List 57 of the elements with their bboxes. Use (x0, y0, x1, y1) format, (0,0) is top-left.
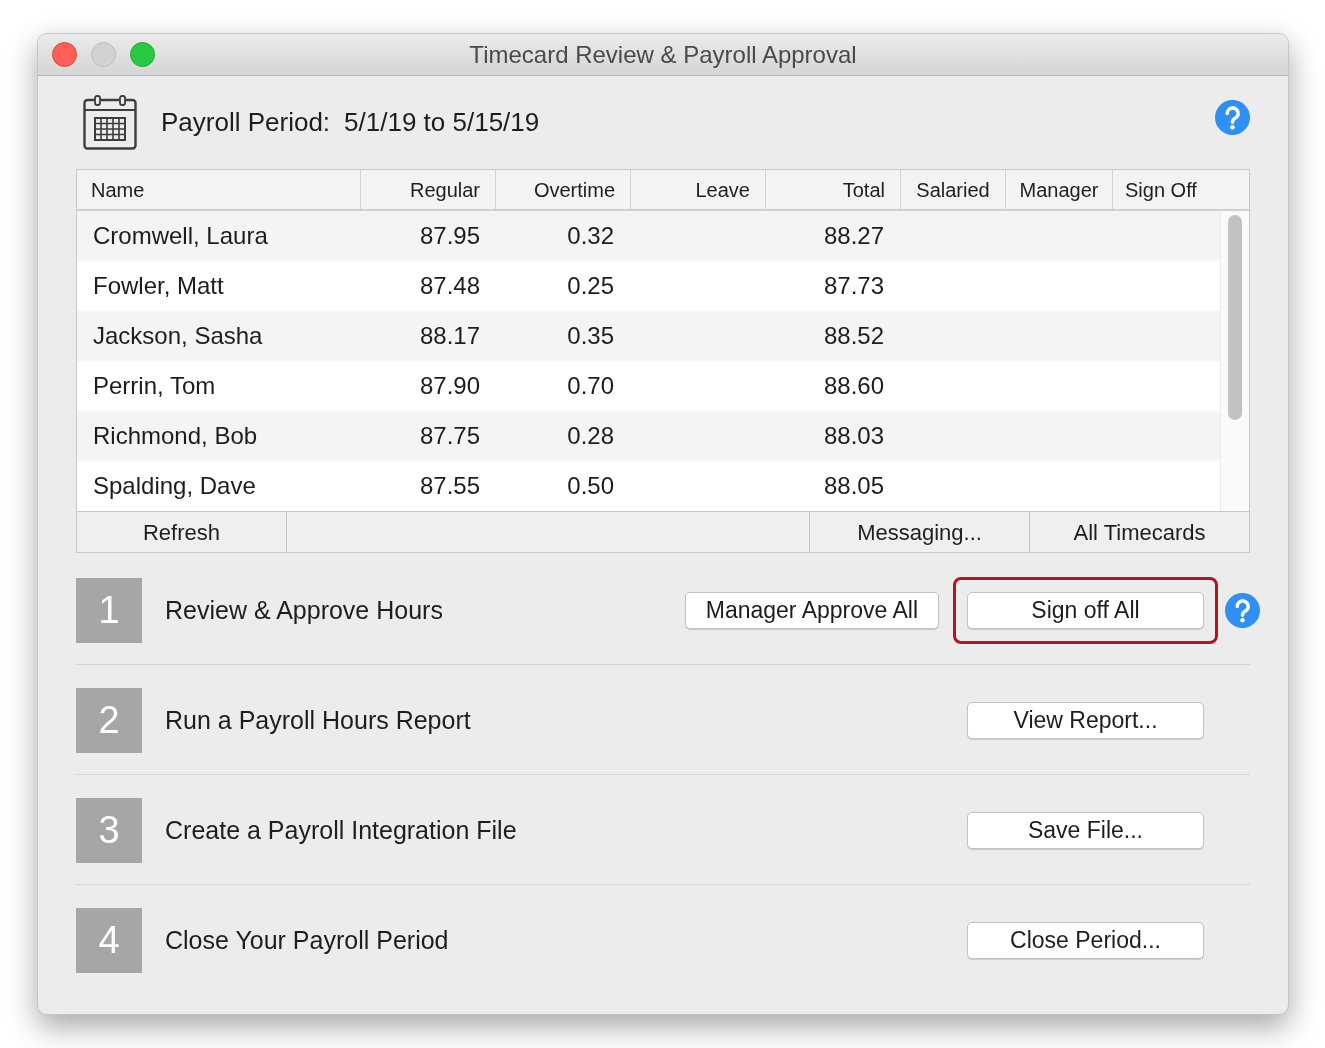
action-button[interactable]: Sign off All (967, 592, 1204, 629)
column-header[interactable]: Name (77, 170, 361, 209)
step-number: 2 (76, 688, 142, 753)
column-header[interactable]: Overtime (496, 170, 631, 209)
table-row[interactable]: Jackson, Sasha 88.17 0.35 88.52 (77, 311, 1220, 361)
hours-cell-text: 0.32 (566, 221, 615, 251)
hours-cell-text: 88.27 (822, 221, 885, 251)
column-header[interactable]: Leave (631, 170, 766, 209)
step-title: Review & Approve Hours (165, 594, 443, 626)
hours-cell-text: 0.25 (566, 271, 615, 301)
step-title: Run a Payroll Hours Report (165, 704, 471, 736)
table-row[interactable]: Cromwell, Laura 87.95 0.32 88.27 (77, 211, 1220, 261)
window-title: Timecard Review & Payroll Approval (469, 39, 857, 70)
hours-cell-text: 87.90 (418, 371, 481, 401)
hours-cell-text: 88.17 (418, 321, 481, 351)
step-number: 4 (76, 908, 142, 973)
help-icon[interactable] (1225, 593, 1260, 628)
name-cell-text: Spalding, Dave (92, 471, 257, 501)
action-button[interactable]: Close Period... (967, 922, 1204, 959)
period-dates: 5/1/19 to 5/15/19 (344, 105, 540, 139)
step-number: 3 (76, 798, 142, 863)
column-header[interactable]: Total (766, 170, 901, 209)
table-row[interactable]: Richmond, Bob 87.75 0.28 88.03 (77, 411, 1220, 461)
name-cell-text: Fowler, Matt (92, 271, 225, 301)
name-cell-text: Richmond, Bob (92, 421, 259, 451)
hours-cell-text: 0.35 (566, 321, 615, 351)
scrollbar-thumb[interactable] (1228, 215, 1242, 420)
hours-cell-text: 87.75 (418, 421, 481, 451)
hours-cell-text: 87.48 (418, 271, 481, 301)
hours-cell-text: 0.50 (566, 471, 615, 501)
column-header[interactable]: Sign Off (1113, 170, 1249, 209)
hours-cell-text: 0.28 (566, 421, 615, 451)
hours-cell-text: 87.55 (418, 471, 481, 501)
name-cell-text: Perrin, Tom (92, 371, 217, 401)
step-title: Create a Payroll Integration File (165, 814, 517, 846)
hours-cell-text: 0.70 (566, 371, 615, 401)
hours-cell-text: 88.05 (822, 471, 885, 501)
action-button[interactable]: Manager Approve All (684, 592, 939, 629)
window-close-button[interactable] (52, 42, 77, 67)
action-button[interactable]: Save File... (967, 812, 1204, 849)
calendar-icon (83, 94, 137, 150)
action-button[interactable]: View Report... (967, 702, 1204, 739)
hours-cell-text: 88.03 (822, 421, 885, 451)
step-number: 1 (76, 578, 142, 643)
column-header[interactable]: Salaried (901, 170, 1006, 209)
hours-cell-text: 87.73 (822, 271, 885, 301)
name-cell-text: Jackson, Sasha (92, 321, 264, 351)
hours-cell-text: 87.95 (418, 221, 481, 251)
name-cell-text: Cromwell, Laura (92, 221, 269, 251)
hours-cell-text: 88.60 (822, 371, 885, 401)
help-icon[interactable] (1215, 99, 1250, 135)
hours-cell-text: 88.52 (822, 321, 885, 351)
window-zoom-button[interactable] (130, 42, 155, 67)
period-label: Payroll Period: (161, 105, 331, 139)
column-header[interactable]: Manager (1006, 170, 1113, 209)
step-title: Close Your Payroll Period (165, 924, 449, 956)
column-header[interactable]: Regular (361, 170, 496, 209)
